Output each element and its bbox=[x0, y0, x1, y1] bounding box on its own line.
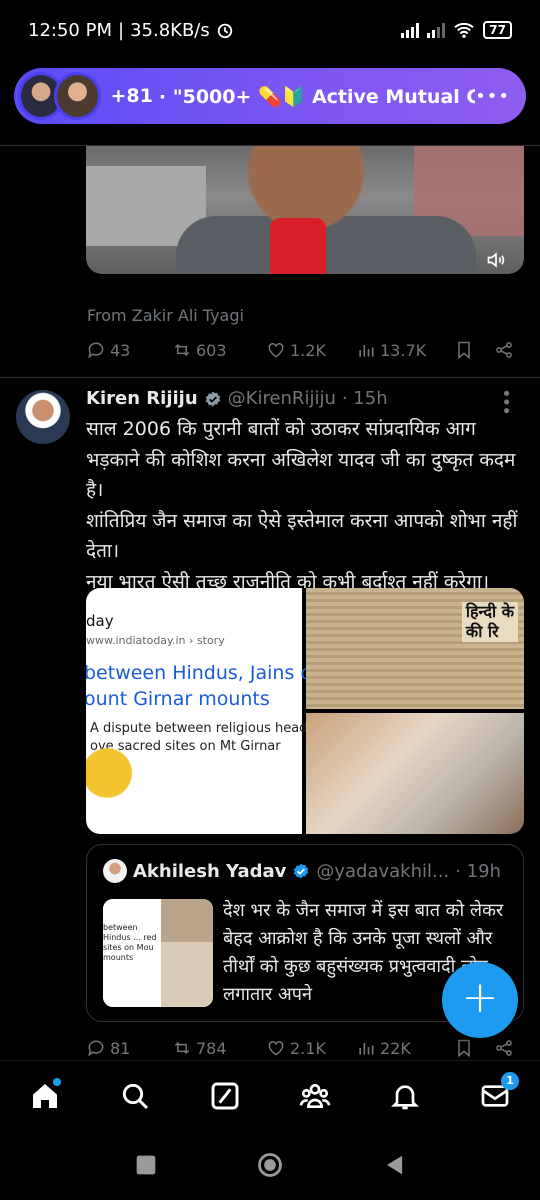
views-button[interactable]: 22K bbox=[356, 1038, 454, 1058]
repost-icon bbox=[174, 1041, 190, 1055]
volume-muted-icon[interactable] bbox=[486, 250, 506, 270]
quoted-tweet-timestamp: · 19h bbox=[455, 860, 501, 882]
listening-indicator-icon: ••• bbox=[475, 85, 510, 107]
heart-icon bbox=[268, 1040, 284, 1056]
network-speed: 35.8KB/s bbox=[130, 19, 210, 41]
alarm-icon bbox=[217, 23, 232, 39]
like-button[interactable]: 1.2K bbox=[266, 340, 356, 360]
like-button[interactable]: 2.1K bbox=[266, 1038, 356, 1058]
nav-messages[interactable]: 1 bbox=[475, 1071, 519, 1116]
article-date-fragment: day bbox=[86, 612, 114, 630]
space-title: · "5000+ 💊🔰 Active Mutual Ga!n... bbox=[158, 85, 476, 108]
share-icon[interactable] bbox=[494, 1038, 514, 1058]
reply-count: 81 bbox=[110, 1038, 131, 1058]
reply-icon bbox=[88, 1040, 104, 1057]
verified-badge-icon bbox=[205, 391, 220, 406]
recents-icon[interactable] bbox=[132, 1151, 160, 1179]
reply-count: 43 bbox=[110, 340, 131, 360]
avatar bbox=[103, 859, 127, 883]
tweet-actions: 81 784 2.1K 22K bbox=[86, 1038, 516, 1058]
quoted-tweet-thumbnail: between Hindus ... red sites on Mou moun… bbox=[103, 899, 213, 1007]
divider bbox=[0, 377, 540, 378]
repost-icon bbox=[174, 343, 190, 357]
repost-count: 603 bbox=[196, 340, 227, 360]
author-name[interactable]: Kiren Rijiju bbox=[86, 388, 198, 409]
signal-2-icon bbox=[427, 22, 446, 38]
status-separator: | bbox=[117, 19, 125, 41]
bookmark-icon[interactable] bbox=[454, 1038, 474, 1058]
avatar[interactable] bbox=[16, 390, 70, 444]
wifi-icon bbox=[454, 22, 474, 38]
article-headline-line: ount Girnar mounts bbox=[86, 688, 270, 710]
views-icon bbox=[359, 1043, 374, 1055]
repost-count: 784 bbox=[196, 1038, 227, 1058]
clock: 12:50 PM bbox=[28, 19, 112, 41]
article-body-line: A dispute between religious heads bbox=[90, 721, 315, 736]
bottom-navigation: 1 bbox=[0, 1060, 540, 1130]
views-button[interactable]: 13.7K bbox=[356, 340, 454, 360]
video-microphone bbox=[270, 218, 326, 274]
views-icon bbox=[359, 345, 374, 357]
tweet-header: Kiren Rijiju @KirenRijiju · 15h bbox=[86, 388, 388, 409]
unread-dot bbox=[53, 1077, 61, 1086]
communities-icon bbox=[299, 1083, 331, 1108]
grok-icon bbox=[211, 1082, 239, 1109]
views-count: 13.7K bbox=[380, 340, 427, 360]
quoted-tweet-header: Akhilesh Yadav @yadavakhil... · 19h bbox=[103, 859, 501, 883]
author-handle[interactable]: @KirenRijiju bbox=[228, 388, 336, 409]
media-image-article[interactable]: day www.indiatoday.in › story between Hi… bbox=[86, 588, 335, 834]
listener-count: +81 bbox=[110, 85, 153, 107]
nav-search[interactable] bbox=[115, 1076, 155, 1116]
bell-icon bbox=[391, 1084, 419, 1109]
battery-indicator: 77 bbox=[483, 21, 512, 39]
newspaper-title: हिन्दी के की रि bbox=[461, 602, 518, 642]
media-grid: day www.indiatoday.in › story between Hi… bbox=[86, 588, 524, 834]
article-source: www.indiatoday.in › story bbox=[86, 634, 225, 647]
tweet-actions: 43 603 1.2K 13.7K bbox=[86, 340, 516, 360]
messages-badge: 1 bbox=[501, 1071, 519, 1090]
video-player[interactable] bbox=[86, 146, 524, 274]
compose-tweet-button[interactable]: + bbox=[442, 962, 518, 1038]
live-space-banner[interactable]: +81 · "5000+ 💊🔰 Active Mutual Ga!n... ••… bbox=[14, 68, 526, 124]
tweet-text-line: साल 2006 कि पुरानी बातों को उठाकर सांप्र… bbox=[86, 418, 516, 501]
bookmark-icon[interactable] bbox=[454, 340, 474, 360]
share-icon[interactable] bbox=[494, 340, 514, 360]
tweet-text-line: शांतिप्रिय जैन समाज का ऐसे इस्तेमाल करना… bbox=[86, 509, 518, 563]
pointing-hand-emoji-icon bbox=[86, 738, 148, 808]
tweet-timestamp: · 15h bbox=[341, 388, 388, 409]
tweet-text: साल 2006 कि पुरानी बातों को उठाकर सांप्र… bbox=[86, 414, 526, 597]
article-headline-line: between Hindus, Jains ove bbox=[86, 662, 335, 684]
video-attribution[interactable]: From Zakir Ali Tyagi bbox=[87, 306, 244, 325]
nav-home[interactable] bbox=[25, 1076, 65, 1116]
article-headline: between Hindus, Jains ove ount Girnar mo… bbox=[86, 660, 335, 712]
system-navigation bbox=[0, 1130, 540, 1200]
quoted-thumb-text: between Hindus ... red sites on Mou moun… bbox=[103, 899, 159, 1007]
repost-button[interactable]: 603 bbox=[172, 340, 266, 360]
repost-button[interactable]: 784 bbox=[172, 1038, 266, 1058]
signal-icon bbox=[401, 22, 420, 38]
like-count: 1.2K bbox=[290, 340, 326, 360]
like-count: 2.1K bbox=[290, 1038, 326, 1058]
reply-button[interactable]: 81 bbox=[86, 1038, 172, 1058]
quoted-author-handle: @yadavakhil... bbox=[316, 860, 450, 882]
speaker-avatar bbox=[54, 72, 101, 120]
nav-notifications[interactable] bbox=[385, 1076, 425, 1116]
back-icon[interactable] bbox=[380, 1151, 408, 1179]
home-button-icon[interactable] bbox=[256, 1151, 284, 1179]
more-options-icon[interactable]: ••• bbox=[495, 388, 516, 414]
verified-badge-icon bbox=[294, 863, 309, 879]
media-image-temple[interactable] bbox=[306, 713, 524, 834]
heart-icon bbox=[268, 342, 284, 358]
status-bar: 12:50 PM | 35.8KB/s 77 bbox=[0, 0, 540, 60]
quoted-thumb-image bbox=[161, 899, 213, 1007]
nav-grok[interactable] bbox=[205, 1076, 245, 1116]
nav-communities[interactable] bbox=[295, 1076, 335, 1116]
views-count: 22K bbox=[380, 1038, 411, 1058]
reply-button[interactable]: 43 bbox=[86, 340, 172, 360]
quoted-author-name: Akhilesh Yadav bbox=[133, 860, 287, 882]
search-icon bbox=[122, 1083, 149, 1109]
media-image-newspaper[interactable]: हिन्दी के की रि bbox=[306, 588, 524, 709]
reply-icon bbox=[88, 342, 104, 359]
